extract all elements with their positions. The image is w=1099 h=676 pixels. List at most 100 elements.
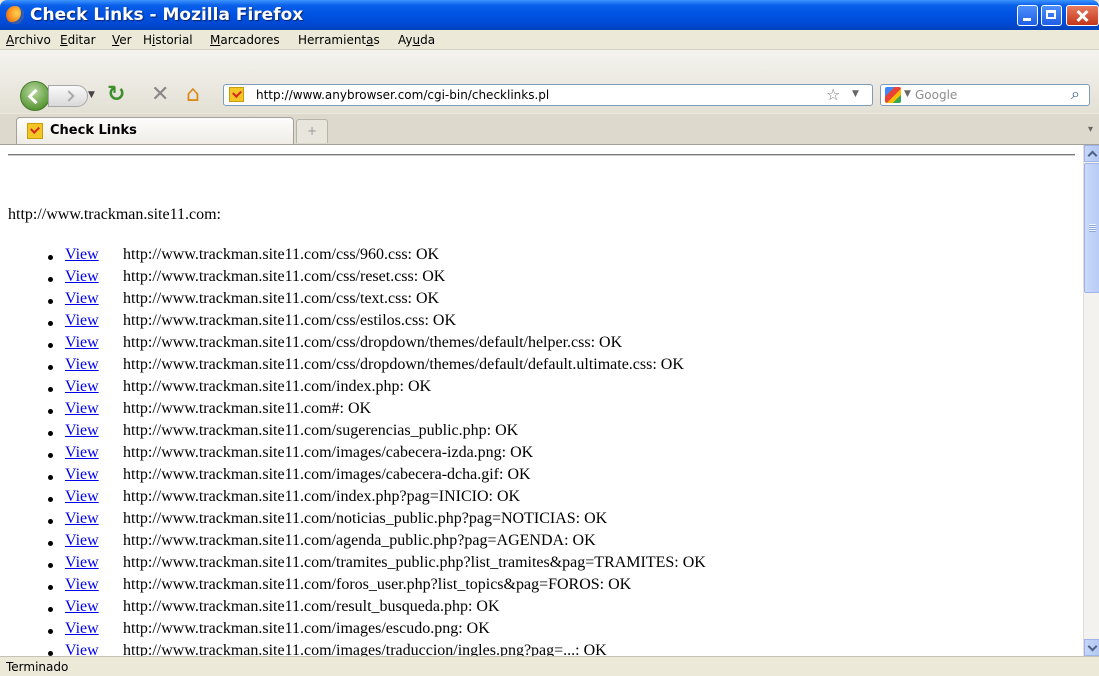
link-status-text: http://www.trackman.site11.com/css/dropd… [123,334,623,351]
bullet-icon [48,321,53,326]
view-link[interactable]: View [65,444,99,462]
history-dropdown-icon[interactable]: ▼ [88,90,96,100]
bullet-icon [48,563,53,568]
bullet-icon [48,431,53,436]
link-status-text: http://www.trackman.site11.com/images/ca… [123,466,531,483]
link-status-text: http://www.trackman.site11.com/images/es… [123,620,490,637]
view-link[interactable]: View [65,334,99,352]
bullet-icon [48,343,53,348]
link-status-text: http://www.trackman.site11.com/index.php… [123,378,432,395]
menu-ver[interactable]: Ver [112,33,132,47]
link-status-text: http://www.trackman.site11.com#: OK [123,400,372,417]
view-link[interactable]: View [65,466,99,484]
menu-ayuda[interactable]: Ayuda [398,33,435,47]
view-link[interactable]: View [65,488,99,506]
new-tab-icon[interactable]: + [296,119,328,143]
bookmark-star-icon[interactable]: ☆ [826,85,840,104]
view-link[interactable]: View [65,642,99,656]
view-link[interactable]: View [65,268,99,286]
link-status-text: http://www.trackman.site11.com/tramites_… [123,554,706,571]
menu-editar[interactable]: Editar [60,33,96,47]
scroll-thumb[interactable] [1084,163,1099,293]
link-status-text: http://www.trackman.site11.com/index.php… [123,488,521,505]
menu-herramientas[interactable]: Herramientas [298,33,380,47]
search-icon[interactable]: ⌕ [1071,84,1080,104]
bullet-icon [48,475,53,480]
window-title: Check Links - Mozilla Firefox [30,5,304,25]
close-button[interactable] [1066,5,1099,26]
tab-favicon-icon [27,123,43,139]
reload-icon[interactable]: ↻ [107,84,125,106]
bullet-icon [48,409,53,414]
tab-label: Check Links [50,123,137,138]
bullet-icon [48,365,53,370]
view-link[interactable]: View [65,532,99,550]
link-status-text: http://www.trackman.site11.com/sugerenci… [123,422,519,439]
scroll-down-icon[interactable] [1084,639,1099,656]
title-bar: Check Links - Mozilla Firefox [0,0,1099,30]
menu-historial[interactable]: Historial [143,33,193,47]
tab-list-dropdown-icon[interactable]: ▾ [1088,124,1093,135]
bullet-icon [48,387,53,392]
search-bar[interactable]: ▼ Google [880,84,1090,106]
status-text: Terminado [6,660,69,674]
link-status-text: http://www.trackman.site11.com/foros_use… [123,576,632,593]
search-input[interactable]: Google [915,88,957,102]
google-icon[interactable] [885,87,901,103]
bullet-icon [48,497,53,502]
link-status-text: http://www.trackman.site11.com/css/960.c… [123,246,440,263]
checked-host: http://www.trackman.site11.com: [8,206,221,223]
bullet-icon [48,277,53,282]
menu-bar: Archivo Editar Ver Historial Marcadores … [0,30,1099,50]
maximize-button[interactable] [1041,5,1062,26]
bullet-icon [48,585,53,590]
bullet-icon [48,519,53,524]
link-status-text: http://www.trackman.site11.com/images/ca… [123,444,534,461]
link-status-text: http://www.trackman.site11.com/css/dropd… [123,356,684,373]
url-text[interactable]: http://www.anybrowser.com/cgi-bin/checkl… [256,88,549,102]
view-link[interactable]: View [65,290,99,308]
menu-archivo[interactable]: Archivo [6,33,51,47]
stop-icon[interactable]: ✕ [151,84,169,106]
link-status-text: http://www.trackman.site11.com/css/text.… [123,290,440,307]
tab-check-links[interactable]: Check Links [16,117,294,144]
link-status-text: http://www.trackman.site11.com/images/tr… [123,642,607,656]
view-link[interactable]: View [65,312,99,330]
page-content: http://www.trackman.site11.com: View http… [0,145,1083,656]
link-status-text: http://www.trackman.site11.com/noticias_… [123,510,608,527]
bullet-icon [48,629,53,634]
view-link[interactable]: View [65,598,99,616]
bullet-icon [48,255,53,260]
horizontal-rule [8,154,1075,156]
bullet-icon [48,541,53,546]
view-link[interactable]: View [65,356,99,374]
view-link[interactable]: View [65,576,99,594]
search-engine-dropdown-icon[interactable]: ▼ [904,89,911,99]
bullet-icon [48,453,53,458]
vertical-scrollbar[interactable] [1083,145,1099,656]
link-status-text: http://www.trackman.site11.com/agenda_pu… [123,532,596,549]
view-link[interactable]: View [65,510,99,528]
view-link[interactable]: View [65,378,99,396]
view-link[interactable]: View [65,400,99,418]
link-status-text: http://www.trackman.site11.com/result_bu… [123,598,500,615]
forward-icon[interactable] [48,85,88,107]
minimize-button[interactable] [1017,5,1038,26]
url-dropdown-icon[interactable]: ▼ [852,89,859,99]
view-link[interactable]: View [65,422,99,440]
back-icon[interactable] [20,81,50,111]
view-link[interactable]: View [65,246,99,264]
site-favicon-icon [229,87,244,102]
firefox-logo-icon [6,6,24,24]
link-status-text: http://www.trackman.site11.com/css/estil… [123,312,456,329]
bullet-icon [48,607,53,612]
status-bar: Terminado [0,656,1099,676]
menu-marcadores[interactable]: Marcadores [210,33,280,47]
link-status-text: http://www.trackman.site11.com/css/reset… [123,268,446,285]
scroll-up-icon[interactable] [1084,145,1099,162]
view-link[interactable]: View [65,554,99,572]
url-bar[interactable]: http://www.anybrowser.com/cgi-bin/checkl… [223,84,873,106]
home-icon[interactable]: ⌂ [186,84,200,106]
view-link[interactable]: View [65,620,99,638]
bullet-icon [48,299,53,304]
